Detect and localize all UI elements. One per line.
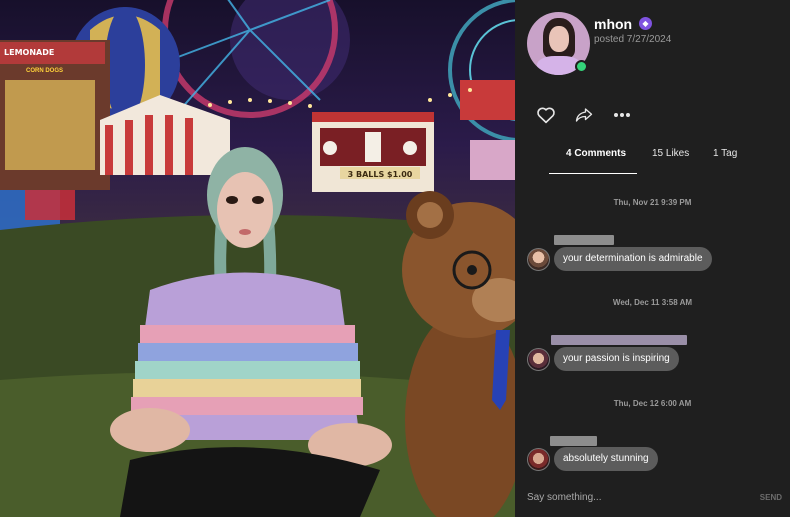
tab-tags[interactable]: 1 Tag [713,148,737,159]
tab-comments[interactable]: 4 Comments [566,148,626,159]
like-button[interactable] [535,105,557,125]
comment-author-name-redacted[interactable] [551,335,687,345]
post-detail-panel: mhon ◆ posted 7/27/2024 4 Comments 15 Li… [515,0,790,517]
commenter-avatar[interactable] [527,248,550,271]
comment-author-name-redacted[interactable] [550,436,597,446]
carnival-scene [0,0,515,517]
post-actions [535,105,633,125]
online-status-dot [575,60,588,73]
heart-icon [537,107,555,124]
more-options-button[interactable] [611,105,633,125]
comment-timestamp: Thu, Dec 12 6:00 AM [613,399,692,408]
comment-bubble: absolutely stunning [554,447,658,471]
more-icon [614,113,630,117]
corn-dogs-sign: CORN DOGS [26,68,64,74]
author-username[interactable]: mhon [594,16,632,32]
lemonade-sign: LEMONADE [4,48,55,57]
commenter-avatar[interactable] [527,348,550,371]
comment-timestamp: Wed, Dec 11 3:58 AM [612,298,693,307]
share-icon [575,108,593,122]
commenter-avatar[interactable] [527,448,550,471]
tab-likes[interactable]: 15 Likes [652,148,689,159]
booth-sign: 3 BALLS $1.00 [347,170,413,179]
comment-bubble: your determination is admirable [554,247,712,271]
vip-badge-icon: ◆ [639,17,652,30]
comment-timestamp: Thu, Nov 21 9:39 PM [613,198,692,207]
post-photo[interactable]: LEMONADE CORN DOGS 3 BALLS $1.00 [0,0,515,517]
active-tab-indicator [549,173,637,174]
send-button[interactable]: SEND [760,493,782,502]
posted-date: posted 7/27/2024 [594,34,672,45]
comment-author-name-redacted[interactable] [554,235,614,245]
comment-bubble: your passion is inspiring [554,347,679,371]
comment-composer: SEND [527,487,782,507]
comment-input[interactable] [527,487,727,507]
share-button[interactable] [573,105,595,125]
